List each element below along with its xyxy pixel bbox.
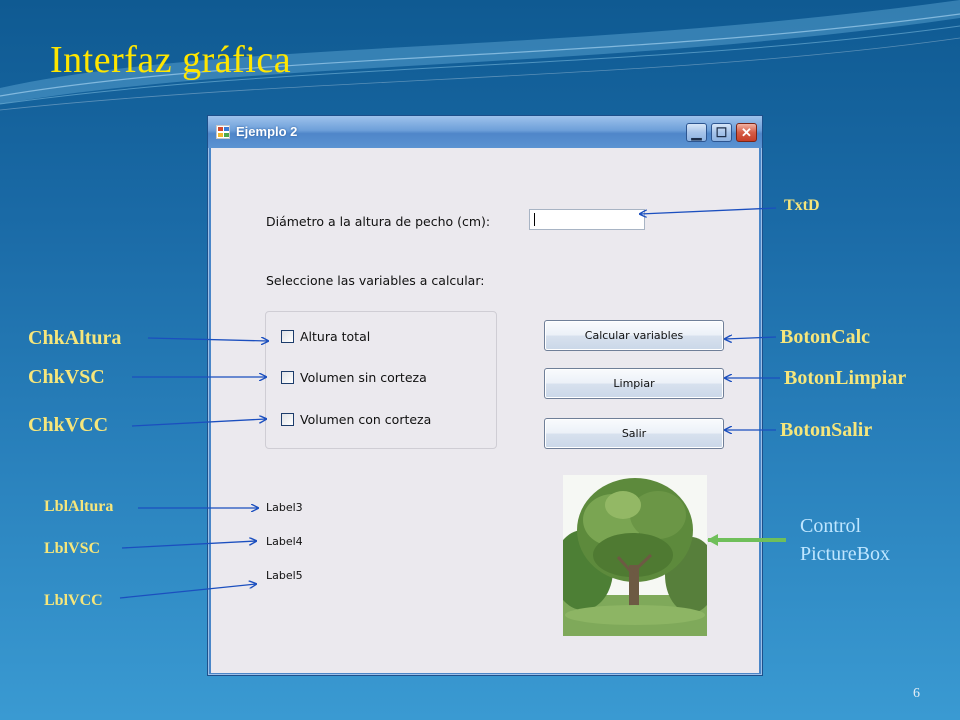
diameter-label: Diámetro a la altura de pecho (cm): [266, 214, 491, 229]
result-label-altura: Label3 [266, 501, 303, 514]
app-window: Ejemplo 2 ▁ ☐ ✕ Diámetro a la altura de … [207, 115, 763, 676]
callout-boton-salir: BotonSalir [780, 419, 873, 441]
diameter-input[interactable] [529, 209, 645, 230]
page-number: 6 [913, 686, 920, 701]
select-variables-label: Seleccione las variables a calcular: [266, 273, 485, 288]
checkbox-square[interactable] [281, 330, 294, 343]
form-client-area: Diámetro a la altura de pecho (cm): Sele… [211, 148, 759, 673]
checkbox-label: Volumen sin corteza [300, 370, 427, 385]
callout-picturebox-line2: PictureBox [800, 543, 890, 565]
callout-boton-limpiar: BotonLimpiar [784, 367, 907, 389]
clear-button[interactable]: Limpiar [544, 368, 724, 399]
text-caret [534, 213, 535, 226]
callout-chk-altura: ChkAltura [28, 327, 122, 349]
callout-chk-vcc: ChkVCC [28, 414, 109, 436]
minimize-icon: ▁ [691, 125, 702, 140]
tree-photo [563, 475, 707, 636]
maximize-icon: ☐ [715, 125, 728, 140]
close-button[interactable]: ✕ [736, 123, 757, 142]
callout-chk-vsc: ChkVSC [28, 366, 105, 388]
callout-lbl-altura: LblAltura [44, 498, 114, 515]
exit-button[interactable]: Salir [544, 418, 724, 449]
slide-title: Interfaz gráfica [50, 39, 292, 81]
checkbox-square[interactable] [281, 413, 294, 426]
callout-lbl-vsc: LblVSC [44, 540, 101, 557]
app-icon [216, 125, 230, 139]
callout-lbl-vcc: LblVCC [44, 592, 103, 609]
minimize-button[interactable]: ▁ [686, 123, 707, 142]
maximize-button[interactable]: ☐ [711, 123, 732, 142]
callout-boton-calc: BotonCalc [780, 326, 870, 348]
title-bar[interactable]: Ejemplo 2 ▁ ☐ ✕ [208, 116, 762, 148]
callout-txtd: TxtD [784, 197, 820, 214]
result-label-vsc: Label4 [266, 535, 303, 548]
checkbox-square[interactable] [281, 371, 294, 384]
close-icon: ✕ [741, 125, 752, 140]
checkbox-label: Altura total [300, 329, 371, 344]
calculate-button[interactable]: Calcular variables [544, 320, 724, 351]
window-title: Ejemplo 2 [236, 124, 298, 139]
tree-picture-box [563, 475, 707, 636]
callout-picturebox-line1: Control [800, 515, 862, 537]
checkbox-label: Volumen con corteza [300, 412, 432, 427]
result-label-vcc: Label5 [266, 569, 303, 582]
